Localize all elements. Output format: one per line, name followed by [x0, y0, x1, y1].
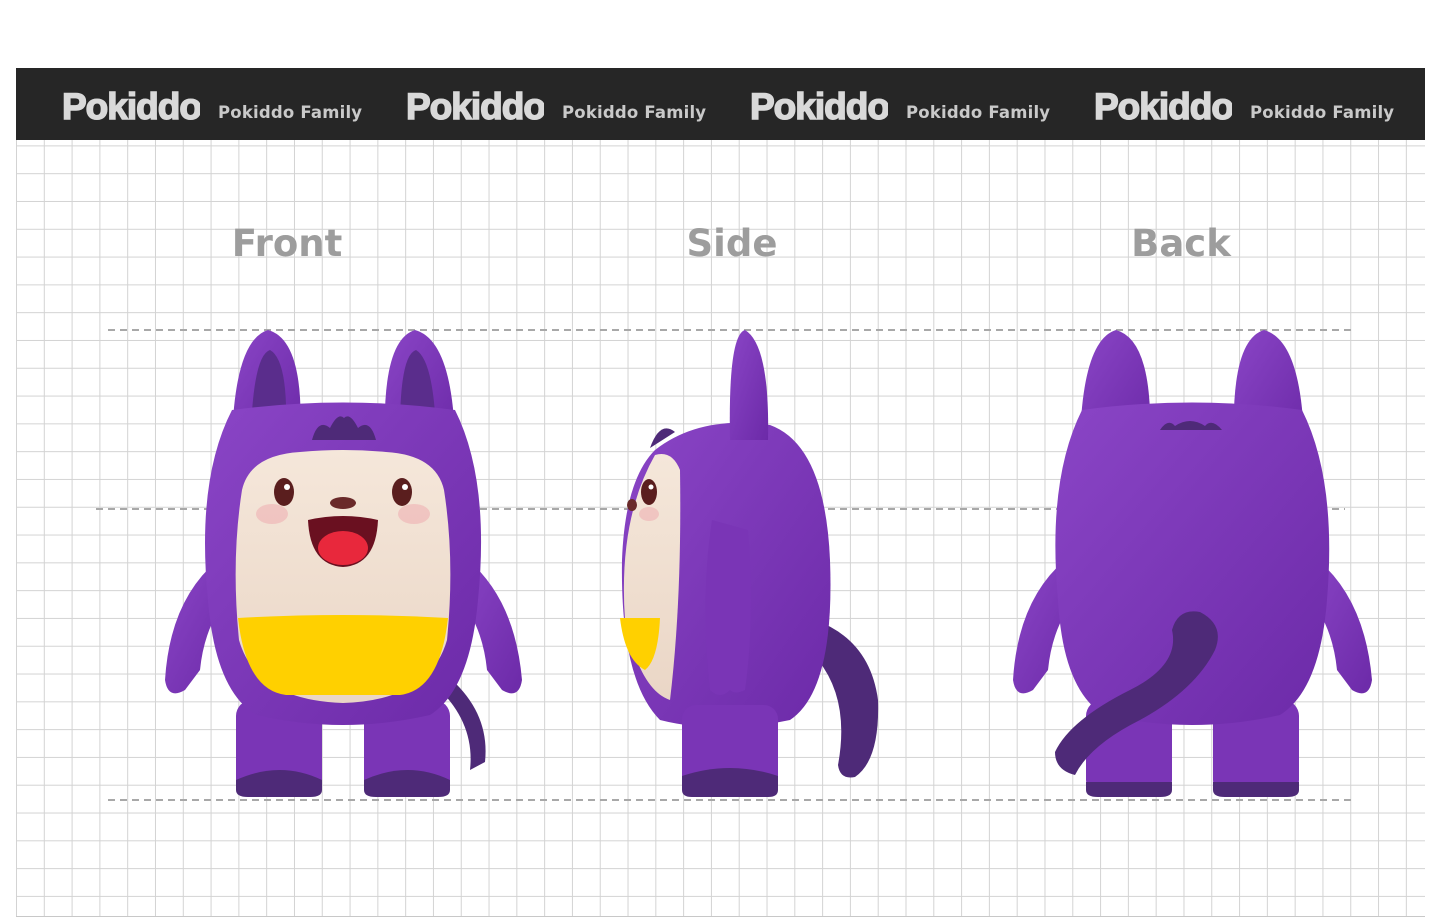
front-view-figure — [165, 330, 522, 797]
right-foot — [1213, 782, 1299, 797]
left-eye — [274, 478, 294, 506]
left-eye-highlight — [284, 484, 290, 490]
arm — [705, 520, 751, 695]
nose — [627, 499, 637, 511]
nose — [330, 497, 356, 509]
right-eye — [392, 478, 412, 506]
cheek — [639, 507, 659, 521]
ear — [729, 330, 769, 440]
right-eye-highlight — [402, 484, 408, 490]
tongue — [318, 531, 368, 565]
side-view-figure — [620, 330, 879, 797]
right-cheek — [398, 504, 430, 524]
eye-highlight — [648, 484, 654, 490]
foot — [682, 768, 778, 797]
left-foot — [1086, 782, 1172, 797]
character-turnaround — [96, 329, 1372, 801]
bib — [238, 615, 448, 695]
back-view-figure — [1013, 330, 1372, 797]
left-cheek — [256, 504, 288, 524]
eye — [641, 479, 657, 505]
